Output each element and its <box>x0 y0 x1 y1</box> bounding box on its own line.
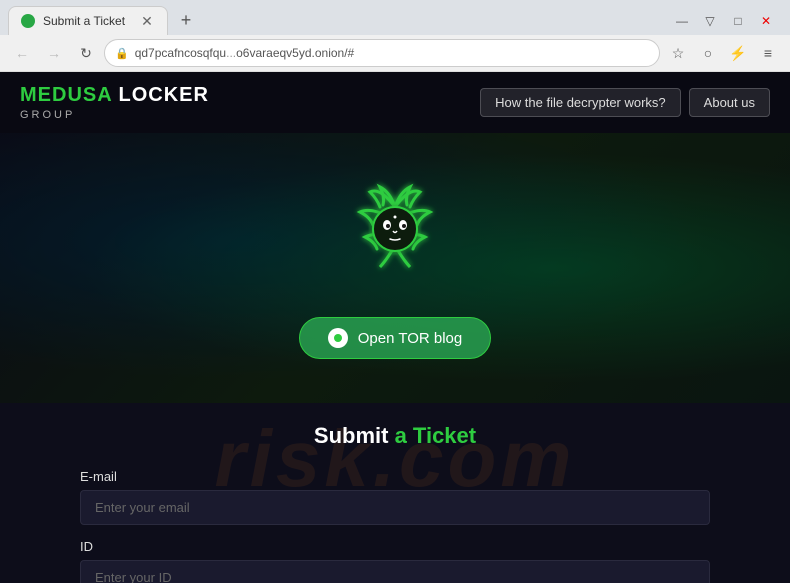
tab-maximize-icon[interactable]: ▽ <box>698 9 722 33</box>
bookmark-icon[interactable]: ☆ <box>664 39 692 67</box>
id-label: ID <box>80 539 710 554</box>
tor-icon <box>328 328 348 348</box>
email-label: E-mail <box>80 469 710 484</box>
id-input[interactable] <box>80 560 710 583</box>
url-text: qd7pcafncosqfqu...o6varaeqv5yd.onion/# <box>135 46 649 60</box>
tab-close-button[interactable]: ✕ <box>139 13 155 29</box>
form-title: Submit a Ticket <box>80 423 710 449</box>
forward-button[interactable]: → <box>40 39 68 67</box>
menu-icon[interactable]: ≡ <box>754 39 782 67</box>
id-group: ID <box>80 539 710 583</box>
email-group: E-mail <box>80 469 710 525</box>
site-content: MEDUSA LOCKER GROUP How the file decrypt… <box>0 72 790 583</box>
new-tab-button[interactable]: + <box>172 7 200 35</box>
profile-icon[interactable]: ○ <box>694 39 722 67</box>
hero-section: Open TOR blog <box>0 133 790 403</box>
security-icon: 🔒 <box>115 47 129 60</box>
form-section: risk.com Submit a Ticket E-mail ID <box>0 403 790 583</box>
site-logo: MEDUSA LOCKER GROUP <box>20 84 209 121</box>
logo-medusa: MEDUSA <box>20 84 112 106</box>
extensions-icon[interactable]: ⚡ <box>724 39 752 67</box>
tab-minimize-icon[interactable]: — <box>670 9 694 33</box>
back-button[interactable]: ← <box>8 39 36 67</box>
reload-button[interactable]: ↻ <box>72 39 100 67</box>
open-tor-blog-button[interactable]: Open TOR blog <box>299 317 492 359</box>
medusa-logo <box>335 177 455 297</box>
tab-favicon <box>21 14 35 28</box>
url-bar[interactable]: 🔒 qd7pcafncosqfqu...o6varaeqv5yd.onion/# <box>104 39 660 67</box>
logo-group: GROUP <box>20 109 209 121</box>
active-tab[interactable]: Submit a Ticket ✕ <box>8 6 168 35</box>
tab-title: Submit a Ticket <box>43 14 125 28</box>
logo-locker: LOCKER <box>112 84 209 106</box>
tab-close-window-icon[interactable]: ✕ <box>754 9 778 33</box>
site-nav: MEDUSA LOCKER GROUP How the file decrypt… <box>0 72 790 133</box>
tab-window-maximize-icon[interactable]: □ <box>726 9 750 33</box>
email-input[interactable] <box>80 490 710 525</box>
tor-btn-label: Open TOR blog <box>358 330 463 347</box>
about-link[interactable]: About us <box>689 88 770 117</box>
decrypter-link[interactable]: How the file decrypter works? <box>480 88 681 117</box>
